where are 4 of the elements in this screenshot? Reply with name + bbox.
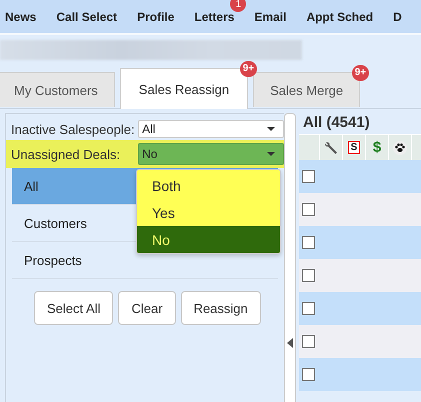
filter-label: Inactive Salespeople: [11, 122, 136, 136]
count-badge: 9+ [352, 65, 370, 81]
grid-title: All (4541) [302, 112, 371, 132]
count-badge: 9+ [240, 61, 258, 77]
